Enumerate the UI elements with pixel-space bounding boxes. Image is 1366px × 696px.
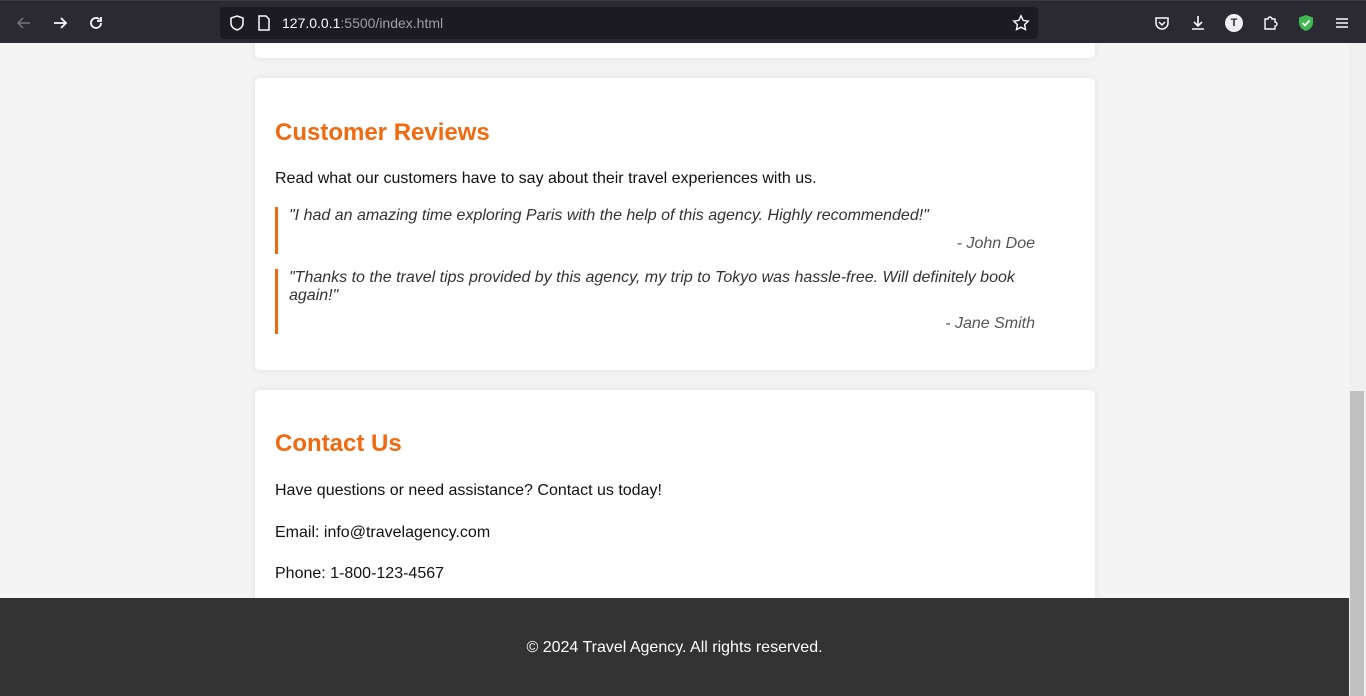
pocket-icon[interactable] — [1148, 9, 1176, 37]
url-path: :5500/index.html — [340, 15, 444, 31]
forward-arrow-icon[interactable] — [46, 9, 74, 37]
review-item: "I had an amazing time exploring Paris w… — [275, 207, 1035, 254]
contact-email: Email: info@travelagency.com — [275, 524, 491, 541]
review-author: - Jane Smith — [945, 315, 1035, 332]
back-arrow-icon[interactable] — [10, 9, 38, 37]
url-bar[interactable]: 127.0.0.1:5500/index.html — [220, 7, 1038, 39]
page-icon[interactable] — [255, 14, 273, 32]
browser-toolbar: 127.0.0.1:5500/index.html T — [0, 0, 1366, 43]
page-scrollbar[interactable] — [1349, 43, 1366, 696]
star-icon[interactable] — [1012, 14, 1030, 32]
reviews-intro: Read what our customers have to say abou… — [275, 170, 817, 187]
reviews-title: Customer Reviews — [275, 119, 490, 146]
footer-copyright: © 2024 Travel Agency. All rights reserve… — [526, 639, 823, 656]
review-author: - John Doe — [956, 235, 1035, 252]
page-viewport: Customer Reviews Read what our customers… — [0, 43, 1349, 696]
contact-intro: Have questions or need assistance? Conta… — [275, 482, 662, 499]
review-quote: "Thanks to the travel tips provided by t… — [289, 269, 1015, 304]
contact-section: Contact Us Have questions or need assist… — [255, 390, 1095, 620]
contact-title: Contact Us — [275, 430, 402, 457]
reload-icon[interactable] — [82, 9, 110, 37]
contact-phone: Phone: 1-800-123-4567 — [275, 565, 445, 582]
review-item: "Thanks to the travel tips provided by t… — [275, 269, 1035, 334]
shield-icon[interactable] — [228, 14, 246, 32]
download-icon[interactable] — [1184, 9, 1212, 37]
reviews-section: Customer Reviews Read what our customers… — [255, 78, 1095, 370]
review-quote: "I had an amazing time exploring Paris w… — [289, 207, 929, 224]
account-initial: T — [1225, 14, 1243, 32]
extensions-icon[interactable] — [1256, 9, 1284, 37]
hamburger-menu-icon[interactable] — [1328, 9, 1356, 37]
site-footer: © 2024 Travel Agency. All rights reserve… — [0, 598, 1349, 696]
scrollbar-thumb[interactable] — [1350, 391, 1364, 696]
url-text[interactable]: 127.0.0.1:5500/index.html — [282, 15, 443, 31]
previous-section-card — [255, 43, 1095, 58]
account-icon[interactable]: T — [1220, 9, 1248, 37]
shield-check-icon[interactable] — [1292, 9, 1320, 37]
url-host: 127.0.0.1 — [282, 15, 341, 31]
